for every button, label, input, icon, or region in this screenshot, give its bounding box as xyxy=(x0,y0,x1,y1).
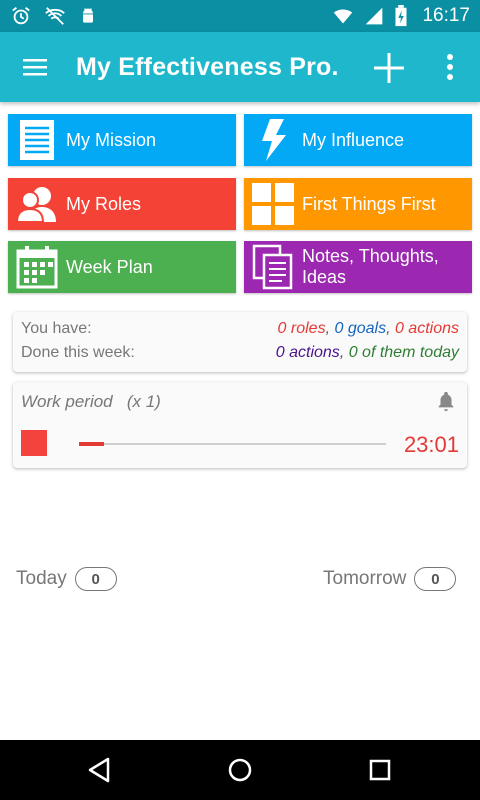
notes-icon xyxy=(252,244,293,290)
signal-icon xyxy=(366,7,383,25)
work-progress-bar xyxy=(79,442,386,446)
goals-count[interactable]: 0 goals xyxy=(334,320,386,337)
wifi-icon xyxy=(334,9,353,24)
tile-label: My Roles xyxy=(66,193,142,214)
status-bar: 16:17 xyxy=(0,0,480,32)
back-icon[interactable] xyxy=(86,756,114,784)
tomorrow-label: Tomorrow xyxy=(323,568,407,589)
calendar-icon xyxy=(16,246,58,289)
tile-notes-thoughts-ideas[interactable]: Notes, Thoughts, Ideas xyxy=(244,241,472,293)
week-today-count[interactable]: 0 of them today xyxy=(349,344,459,361)
recents-icon[interactable] xyxy=(366,756,394,784)
tile-label: My Influence xyxy=(302,129,405,150)
work-timer: 23:01 xyxy=(403,432,459,457)
battery-charging-icon xyxy=(395,5,407,27)
menu-icon[interactable] xyxy=(22,54,48,80)
app-title: My Effectiveness Pro. xyxy=(76,53,339,81)
tile-label: Notes, Thoughts, Ideas xyxy=(302,246,439,287)
done-values: 0 actions, 0 of them today xyxy=(276,344,459,362)
home-icon[interactable] xyxy=(226,756,254,784)
you-have-values: 0 roles, 0 goals, 0 actions xyxy=(278,320,459,338)
today-count-badge[interactable]: 0 xyxy=(74,567,117,591)
tile-label: My Mission xyxy=(66,129,157,150)
tile-my-mission[interactable]: My Mission xyxy=(8,114,236,166)
tile-week-plan[interactable]: Week Plan xyxy=(8,241,236,293)
summary-card: You have: 0 roles, 0 goals, 0 actions Do… xyxy=(13,312,467,372)
work-period-card: Work period (x 1) 23:01 xyxy=(13,382,467,468)
work-progress-fill xyxy=(79,442,104,446)
android-icon xyxy=(83,8,93,23)
separator: , xyxy=(339,344,349,361)
summary-done-row: Done this week: 0 actions, 0 of them tod… xyxy=(21,344,459,362)
summary-you-have-row: You have: 0 roles, 0 goals, 0 actions xyxy=(21,320,459,338)
stop-button[interactable] xyxy=(21,430,47,456)
add-icon[interactable] xyxy=(372,51,406,85)
navigation-bar xyxy=(0,740,480,800)
separator: , xyxy=(386,320,395,337)
app-bar: My Effectiveness Pro. xyxy=(0,32,480,102)
tile-my-influence[interactable]: My Influence xyxy=(244,114,472,166)
lightning-icon xyxy=(262,119,286,161)
roles-count[interactable]: 0 roles xyxy=(278,320,326,337)
you-have-label: You have: xyxy=(21,320,92,337)
tile-label: Week Plan xyxy=(66,256,153,277)
document-icon xyxy=(20,120,54,160)
grid-icon xyxy=(252,183,294,225)
tile-first-things-first[interactable]: First Things First xyxy=(244,178,472,230)
week-actions-count[interactable]: 0 actions xyxy=(276,344,340,361)
bell-icon[interactable] xyxy=(435,390,457,412)
clock: 16:17 xyxy=(422,5,470,26)
people-icon xyxy=(15,187,56,223)
today-counter[interactable]: Today 0 xyxy=(16,567,117,591)
alarm-icon xyxy=(12,7,30,25)
work-period-multiplier: (x 1) xyxy=(126,392,161,411)
wifi-off-icon xyxy=(45,7,65,25)
work-period-title: Work period (x 1) xyxy=(21,392,161,412)
tomorrow-count-badge[interactable]: 0 xyxy=(414,567,457,591)
work-period-label: Work period xyxy=(21,392,113,411)
actions-count[interactable]: 0 actions xyxy=(395,320,459,337)
today-label: Today xyxy=(16,568,67,589)
tile-my-roles[interactable]: My Roles xyxy=(8,178,236,230)
done-this-week-label: Done this week: xyxy=(21,344,135,361)
more-vert-icon[interactable] xyxy=(440,52,460,82)
tile-label: First Things First xyxy=(302,193,436,214)
tomorrow-counter[interactable]: Tomorrow 0 xyxy=(323,567,457,591)
